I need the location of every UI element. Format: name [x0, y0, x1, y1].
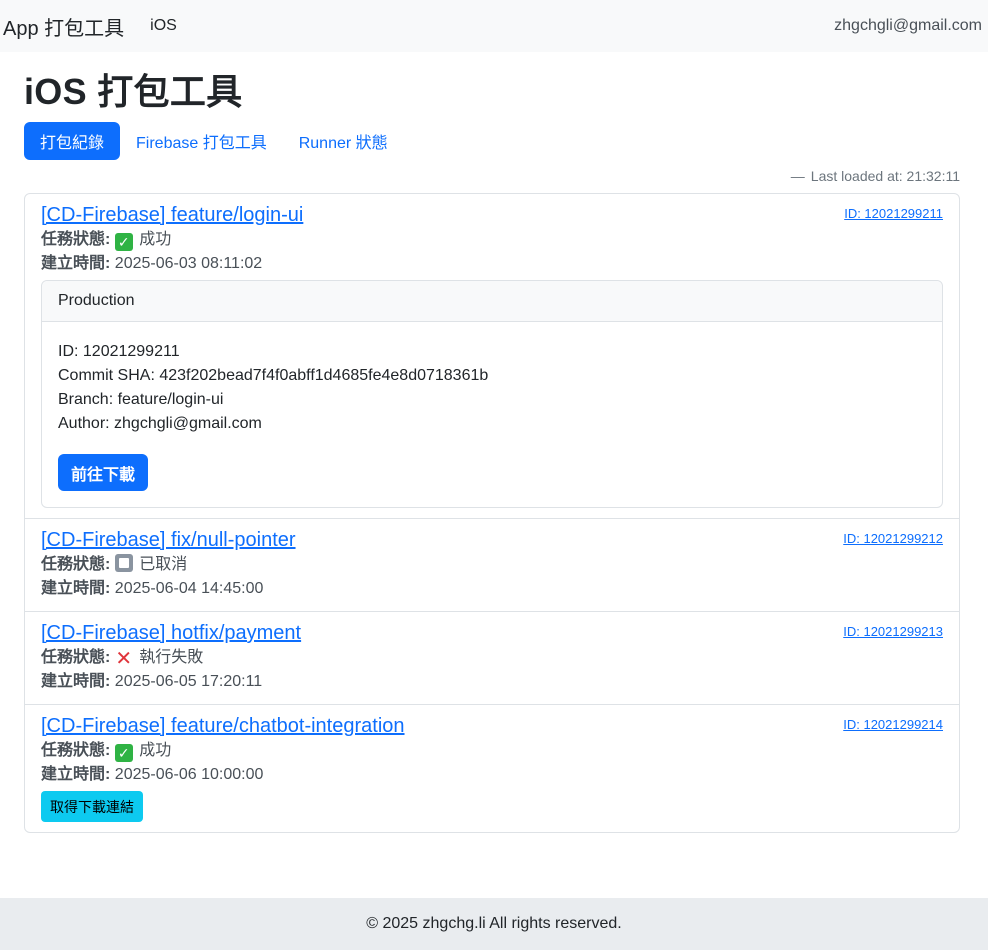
detail-id: ID: 12021299211 [58, 343, 180, 360]
status-row: 任務狀態: ✓ 成功 [41, 228, 943, 252]
detail-commit-sha: Commit SHA: 423f202bead7f4f0abff1d4685fe… [58, 367, 489, 384]
check-icon: ✓ [114, 744, 133, 762]
status-text: 已取消 [139, 556, 188, 573]
tab-firebase-tool[interactable]: Firebase 打包工具 [120, 122, 283, 160]
detail-author: Author: zhgchgli@gmail.com [58, 415, 262, 432]
status-text: 執行失敗 [139, 649, 204, 666]
status-row: 任務狀態: 已取消 [41, 553, 943, 577]
item-id-link[interactable]: ID: 12021299212 [843, 531, 943, 546]
get-download-link-button[interactable]: 取得下載連結 [41, 791, 143, 822]
user-email: zhgchgli@gmail.com [834, 17, 982, 34]
top-navbar: App 打包工具 iOS zhgchgli@gmail.com [0, 0, 988, 52]
created-row: 建立時間: 2025-06-04 14:45:00 [41, 577, 943, 601]
tab-build-records[interactable]: 打包紀錄 [24, 122, 121, 160]
created-label: 建立時間: [41, 255, 111, 272]
status-text: 成功 [139, 231, 172, 248]
list-item: [CD-Firebase] fix/null-pointer ID: 12021… [25, 519, 959, 612]
tab-runner-status[interactable]: Runner 狀態 [283, 122, 404, 160]
check-icon: ✓ [114, 233, 133, 251]
item-id-link[interactable]: ID: 12021299214 [843, 717, 943, 732]
list-item: [CD-Firebase] hotfix/payment ID: 1202129… [25, 612, 959, 705]
created-label: 建立時間: [41, 673, 111, 690]
status-label: 任務狀態: [41, 649, 111, 666]
build-list: [CD-Firebase] feature/login-ui ID: 12021… [24, 193, 960, 833]
last-loaded: — Last loaded at: 21:32:11 [24, 166, 960, 186]
last-loaded-text: Last loaded at: 21:32:11 [810, 168, 960, 184]
created-label: 建立時間: [41, 580, 111, 597]
page-title: iOS 打包工具 [24, 71, 243, 112]
created-label: 建立時間: [41, 766, 111, 783]
item-title-link[interactable]: [CD-Firebase] feature/login-ui [41, 202, 303, 228]
status-label: 任務狀態: [41, 742, 111, 759]
build-detail-card: Production ID: 12021299211 Commit SHA: 4… [41, 280, 943, 508]
item-title-link[interactable]: [CD-Firebase] hotfix/payment [41, 620, 301, 646]
item-id-link[interactable]: ID: 12021299213 [843, 624, 943, 639]
status-row: 任務狀態: ✕ 執行失敗 [41, 646, 943, 670]
detail-branch: Branch: feature/login-ui [58, 391, 224, 408]
status-row: 任務狀態: ✓ 成功 [41, 739, 943, 763]
item-title-link[interactable]: [CD-Firebase] feature/chatbot-integratio… [41, 713, 405, 739]
created-time: 2025-06-04 14:45:00 [114, 580, 264, 597]
cross-icon: ✕ [115, 648, 133, 670]
created-time: 2025-06-05 17:20:11 [114, 673, 263, 690]
stop-icon [114, 554, 133, 572]
card-body: ID: 12021299211 Commit SHA: 423f202bead7… [42, 322, 942, 507]
created-row: 建立時間: 2025-06-06 10:00:00 [41, 763, 943, 787]
app-brand[interactable]: App 打包工具 [3, 12, 124, 41]
tab-bar: 打包紀錄 Firebase 打包工具 Runner 狀態 [24, 122, 960, 160]
main-container: iOS 打包工具 打包紀錄 Firebase 打包工具 Runner 狀態 — L… [0, 74, 988, 833]
created-time: 2025-06-06 10:00:00 [114, 766, 264, 783]
created-time: 2025-06-03 08:11:02 [114, 255, 263, 272]
status-text: 成功 [139, 742, 172, 759]
page-footer: © 2025 zhgchg.li All rights reserved. [0, 898, 988, 950]
card-header: Production [42, 281, 942, 322]
item-id-link[interactable]: ID: 12021299211 [844, 206, 943, 221]
item-title-link[interactable]: [CD-Firebase] fix/null-pointer [41, 527, 296, 553]
created-row: 建立時間: 2025-06-05 17:20:11 [41, 670, 943, 694]
nav-link-ios[interactable]: iOS [150, 17, 177, 35]
list-item: [CD-Firebase] feature/chatbot-integratio… [25, 705, 959, 832]
go-download-button[interactable]: 前往下載 [58, 454, 149, 491]
last-loaded-dash: — [790, 168, 805, 184]
list-item: [CD-Firebase] feature/login-ui ID: 12021… [25, 194, 959, 519]
status-label: 任務狀態: [41, 231, 111, 248]
status-label: 任務狀態: [41, 556, 111, 573]
created-row: 建立時間: 2025-06-03 08:11:02 [41, 252, 943, 276]
